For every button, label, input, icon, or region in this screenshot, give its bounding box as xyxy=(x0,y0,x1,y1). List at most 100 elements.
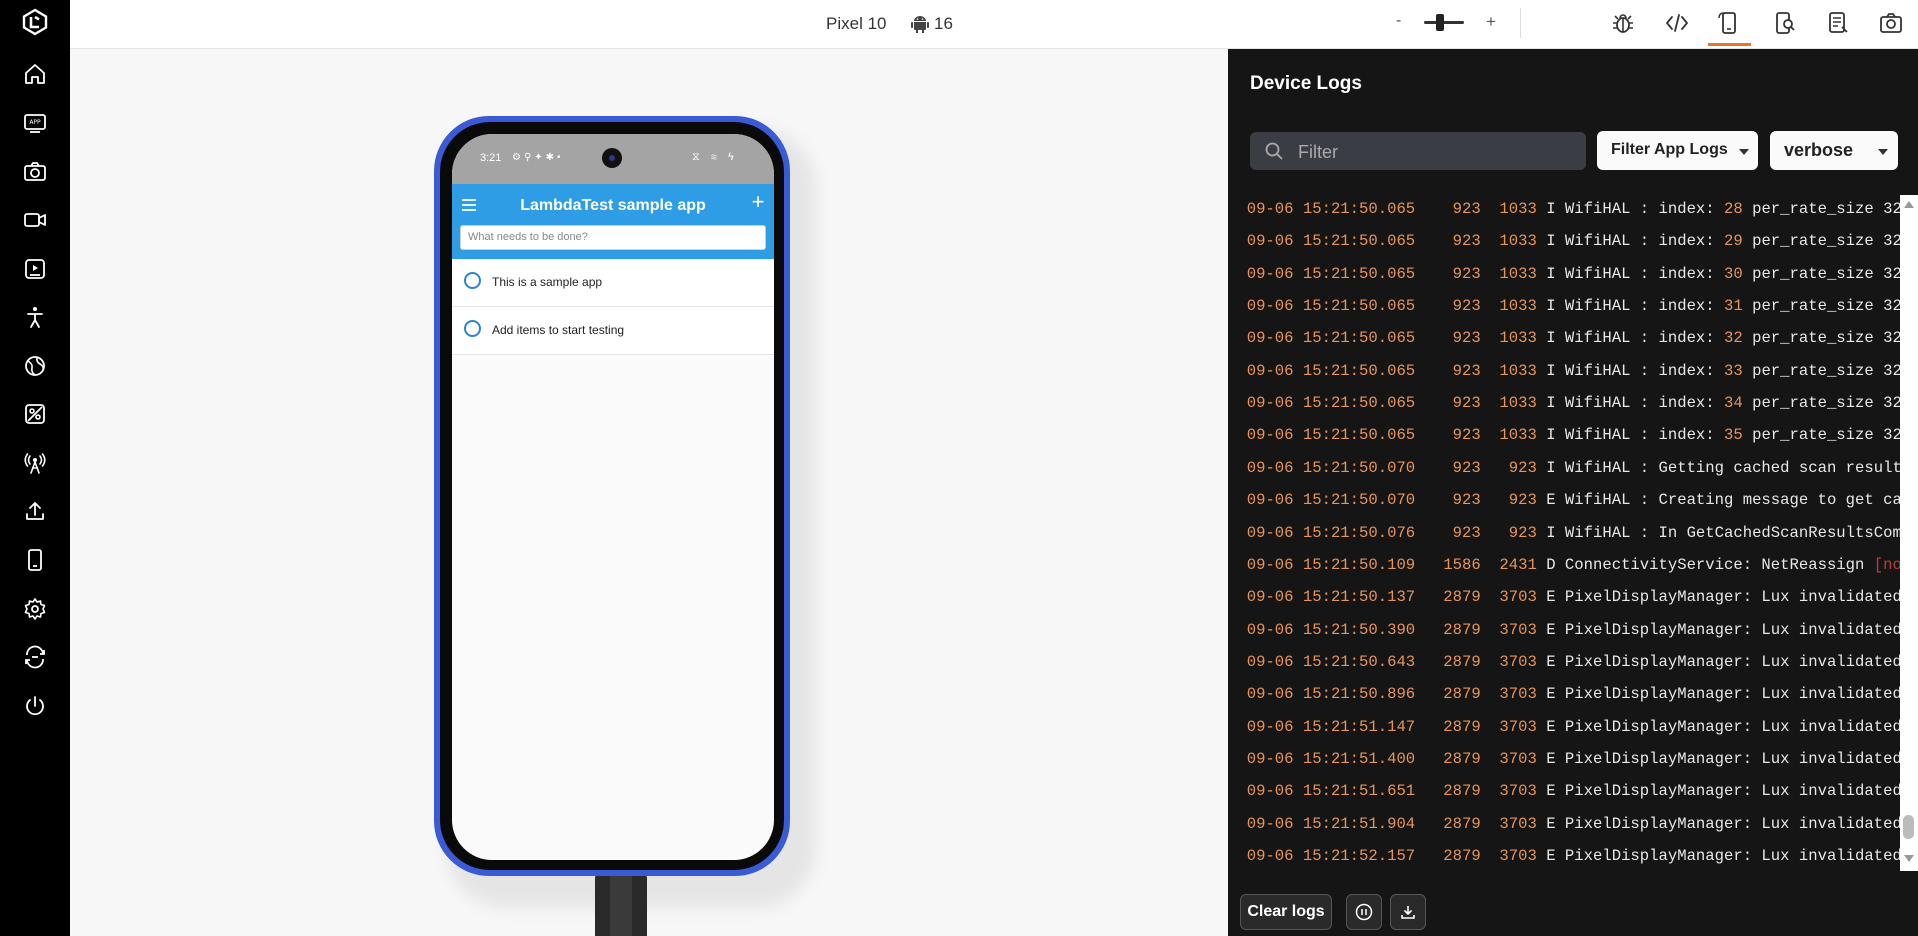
log-tid: 3703 xyxy=(1499,717,1537,736)
code-icon[interactable] xyxy=(1664,10,1690,36)
filter-app-logs-label: Filter App Logs xyxy=(1611,141,1728,158)
clear-logs-button[interactable]: Clear logs xyxy=(1240,894,1332,930)
accessibility-icon[interactable] xyxy=(23,305,47,329)
status-bar: 3:21 ⚙⚲✦✱• ⧖ ≋ ϟ xyxy=(452,134,774,184)
bug-icon[interactable] xyxy=(1610,10,1636,36)
log-level-label: verbose xyxy=(1784,140,1854,160)
log-message: PixelDisplayManager: Lux invalidated xyxy=(1564,717,1900,736)
log-line: 09-06 15:21:50.065 923 1033 I WifiHAL : … xyxy=(1228,419,1900,451)
todo-item[interactable]: Add items to start testing xyxy=(452,307,774,355)
log-message: WifiHAL : index: xyxy=(1564,232,1725,251)
filter-app-logs-dropdown[interactable]: Filter App Logs xyxy=(1597,131,1758,170)
log-message: WifiHAL : In GetCachedScanResultsComma xyxy=(1564,523,1900,542)
zoom-slider[interactable] xyxy=(1424,21,1464,24)
log-timestamp: 09-06 15:21:50.070 xyxy=(1246,491,1416,510)
scroll-down-icon[interactable] xyxy=(1904,855,1914,862)
log-tid: 3703 xyxy=(1499,620,1537,639)
camera-icon[interactable] xyxy=(23,160,47,184)
log-pid: 2879 xyxy=(1443,685,1481,704)
log-level: I xyxy=(1546,200,1556,218)
toolbar-divider xyxy=(1520,8,1521,38)
scrollbar-thumb[interactable] xyxy=(1903,815,1914,839)
todo-checkbox[interactable] xyxy=(464,320,481,337)
log-level: D xyxy=(1546,555,1556,574)
log-line: 09-06 15:21:50.065 923 1033 I WifiHAL : … xyxy=(1228,193,1900,225)
log-level: I xyxy=(1546,297,1556,316)
status-system-icons: ⧖ ≋ ϟ xyxy=(692,151,738,163)
front-camera-icon xyxy=(602,148,622,168)
log-tid: 923 xyxy=(1508,491,1537,510)
log-message-rest: per_rate_size 32, c xyxy=(1752,426,1900,445)
log-line: 09-06 15:21:50.070 923 923 E WifiHAL : C… xyxy=(1228,484,1900,516)
log-pid: 923 xyxy=(1452,523,1481,542)
filter-field[interactable] xyxy=(1250,132,1586,172)
video-icon[interactable] xyxy=(23,208,47,232)
log-line: 09-06 15:21:50.065 923 1033 I WifiHAL : … xyxy=(1228,387,1900,419)
media-icon[interactable] xyxy=(23,257,47,281)
log-message-rest: per_rate_size 32, c xyxy=(1752,361,1900,380)
logs-icon[interactable] xyxy=(1825,10,1851,36)
device-screen[interactable]: 3:21 ⚙⚲✦✱• ⧖ ≋ ϟ LambdaTest sample app +… xyxy=(452,134,774,860)
status-notification-icons: ⚙⚲✦✱• xyxy=(512,152,564,163)
power-icon[interactable] xyxy=(23,694,47,718)
zoom-slider-handle[interactable] xyxy=(1436,14,1444,31)
log-message: PixelDisplayManager: Lux invalidated xyxy=(1564,814,1900,833)
log-level: E xyxy=(1546,491,1556,510)
panel-title: Device Logs xyxy=(1250,73,1362,94)
log-line: 09-06 15:21:50.070 923 923 I WifiHAL : G… xyxy=(1228,452,1900,484)
log-level: I xyxy=(1546,426,1556,445)
network-tower-icon[interactable] xyxy=(23,451,47,475)
todo-checkbox[interactable] xyxy=(464,272,481,289)
log-message: WifiHAL : index: xyxy=(1564,297,1725,316)
pause-button[interactable] xyxy=(1346,894,1382,930)
globe-icon[interactable] xyxy=(23,354,47,378)
usb-cable-inner xyxy=(610,874,632,936)
log-pid: 2879 xyxy=(1443,749,1481,768)
lambdatest-logo-icon[interactable] xyxy=(21,8,49,36)
home-icon[interactable] xyxy=(23,62,47,86)
log-level: I xyxy=(1546,329,1556,348)
log-pid: 923 xyxy=(1452,264,1481,283)
chevron-down-icon xyxy=(1739,149,1749,155)
switch-device-icon[interactable] xyxy=(23,645,47,669)
log-scrollbar[interactable] xyxy=(1900,195,1918,871)
log-pid: 2879 xyxy=(1443,652,1481,671)
settings-icon[interactable] xyxy=(23,597,47,621)
log-message: PixelDisplayManager: Lux invalidated xyxy=(1564,749,1900,768)
zoom-in-button[interactable]: + xyxy=(1486,12,1496,32)
scroll-up-icon[interactable] xyxy=(1904,201,1914,208)
upload-icon[interactable] xyxy=(23,499,47,523)
log-tid: 1033 xyxy=(1499,426,1537,445)
log-level: E xyxy=(1546,847,1556,865)
log-line: 09-06 15:21:50.643 2879 3703 E PixelDisp… xyxy=(1228,646,1900,678)
download-logs-button[interactable] xyxy=(1390,894,1426,930)
log-tid: 923 xyxy=(1508,523,1537,542)
log-pid: 2879 xyxy=(1443,620,1481,639)
device-name: Pixel 10 xyxy=(826,14,887,33)
log-level: I xyxy=(1546,458,1556,477)
todo-item[interactable]: This is a sample app xyxy=(452,259,774,307)
log-timestamp: 09-06 15:21:50.065 xyxy=(1246,200,1416,218)
screenshot-icon[interactable] xyxy=(1878,10,1904,36)
log-timestamp: 09-06 15:21:50.896 xyxy=(1246,685,1416,704)
log-timestamp: 09-06 15:21:50.065 xyxy=(1246,232,1416,251)
log-tid: 3703 xyxy=(1499,588,1537,607)
app-icon[interactable]: APP xyxy=(23,111,47,135)
log-line: 09-06 15:21:50.065 923 1033 I WifiHAL : … xyxy=(1228,290,1900,322)
zoom-out-button[interactable]: - xyxy=(1396,12,1401,30)
image-injection-icon[interactable] xyxy=(23,402,47,426)
log-level: I xyxy=(1546,523,1556,542)
download-icon xyxy=(1401,906,1415,919)
log-tid: 3703 xyxy=(1499,685,1537,704)
device-icon[interactable] xyxy=(23,548,47,572)
log-line: 09-06 15:21:50.065 923 1033 I WifiHAL : … xyxy=(1228,225,1900,257)
device-rotate-icon[interactable] xyxy=(1716,10,1742,36)
add-item-button[interactable]: + xyxy=(748,190,768,214)
device-inspect-icon[interactable] xyxy=(1772,10,1798,36)
todo-input[interactable]: What needs to be done? xyxy=(460,225,766,250)
log-list[interactable]: 09-06 15:21:50.065 923 1033 I WifiHAL : … xyxy=(1228,189,1900,866)
log-line: 09-06 15:21:50.109 1586 2431 D Connectiv… xyxy=(1228,549,1900,581)
filter-input[interactable] xyxy=(1296,132,1580,172)
log-level-dropdown[interactable]: verbose xyxy=(1770,131,1898,170)
log-line: 09-06 15:21:50.137 2879 3703 E PixelDisp… xyxy=(1228,581,1900,613)
